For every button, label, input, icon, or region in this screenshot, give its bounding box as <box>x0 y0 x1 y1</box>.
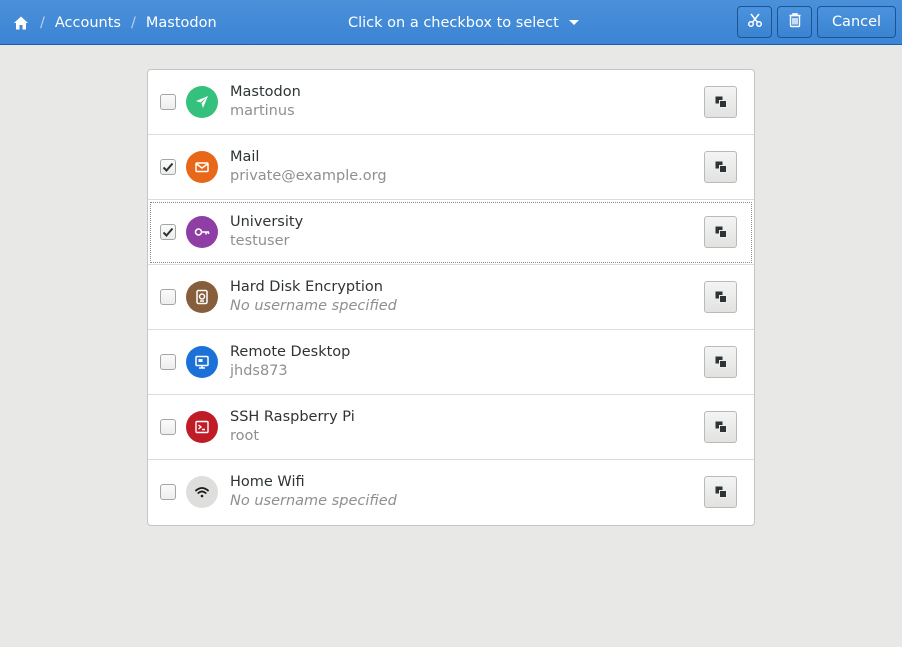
select-checkbox[interactable] <box>160 224 176 240</box>
list-item[interactable]: SSH Raspberry Pi root <box>148 395 754 460</box>
copy-button[interactable] <box>704 411 737 443</box>
breadcrumb-separator: / <box>131 14 136 31</box>
copy-icon <box>715 93 727 112</box>
mail-icon <box>186 151 218 183</box>
entry-title: Mail <box>230 149 260 165</box>
disk-icon <box>186 281 218 313</box>
entry-title: University <box>230 214 304 230</box>
entry-username: testuser <box>230 233 290 249</box>
entry-title: Hard Disk Encryption <box>230 279 383 295</box>
list-item[interactable]: Home Wifi No username specified <box>148 460 754 525</box>
list-item[interactable]: Remote Desktop jhds873 <box>148 330 754 395</box>
select-checkbox[interactable] <box>160 159 176 175</box>
password-list: Mastodon martinus Mail private@example.o… <box>147 69 755 526</box>
entry-username: root <box>230 428 260 444</box>
copy-button[interactable] <box>704 151 737 183</box>
entry-title: Remote Desktop <box>230 344 351 360</box>
entry-title: Mastodon <box>230 84 301 100</box>
header-bar: / Accounts / Mastodon Click on a checkbo… <box>0 0 902 45</box>
entry-username: jhds873 <box>230 363 288 379</box>
selection-prompt: Click on a checkbox to select <box>348 14 559 31</box>
copy-button[interactable] <box>704 346 737 378</box>
copy-icon <box>715 223 727 242</box>
scissors-icon <box>747 12 763 32</box>
copy-icon <box>715 353 727 372</box>
entry-username: martinus <box>230 103 295 119</box>
monitor-icon <box>186 346 218 378</box>
delete-button[interactable] <box>777 6 812 38</box>
copy-icon <box>715 158 727 177</box>
entry-username: No username specified <box>230 493 397 509</box>
copy-icon <box>715 483 727 502</box>
breadcrumb-separator: / <box>40 14 45 31</box>
breadcrumb-accounts[interactable]: Accounts <box>55 15 121 31</box>
entry-username: No username specified <box>230 298 397 314</box>
terminal-icon <box>186 411 218 443</box>
checkmark-icon <box>162 227 174 237</box>
copy-icon <box>715 418 727 437</box>
send-icon <box>186 86 218 118</box>
copy-button[interactable] <box>704 86 737 118</box>
trash-icon <box>787 12 803 32</box>
list-item[interactable]: Mastodon martinus <box>148 70 754 135</box>
select-checkbox[interactable] <box>160 354 176 370</box>
select-checkbox[interactable] <box>160 94 176 110</box>
select-checkbox[interactable] <box>160 419 176 435</box>
breadcrumb: / Accounts / Mastodon <box>12 0 217 45</box>
list-item[interactable]: University testuser <box>148 200 754 265</box>
checkmark-icon <box>162 162 174 172</box>
entry-title: SSH Raspberry Pi <box>230 409 355 425</box>
selection-menu-button[interactable]: Click on a checkbox to select <box>348 0 579 45</box>
chevron-down-icon <box>568 20 579 25</box>
copy-button[interactable] <box>704 216 737 248</box>
entry-title: Home Wifi <box>230 474 305 490</box>
wifi-icon <box>186 476 218 508</box>
entry-username: private@example.org <box>230 168 387 184</box>
select-checkbox[interactable] <box>160 289 176 305</box>
key-icon <box>186 216 218 248</box>
copy-button[interactable] <box>704 476 737 508</box>
list-item[interactable]: Hard Disk Encryption No username specifi… <box>148 265 754 330</box>
breadcrumb-current[interactable]: Mastodon <box>146 15 217 31</box>
copy-button[interactable] <box>704 281 737 313</box>
select-checkbox[interactable] <box>160 484 176 500</box>
list-item[interactable]: Mail private@example.org <box>148 135 754 200</box>
cancel-button[interactable]: Cancel <box>817 6 896 38</box>
home-icon[interactable] <box>12 14 30 32</box>
cut-button[interactable] <box>737 6 772 38</box>
copy-icon <box>715 288 727 307</box>
